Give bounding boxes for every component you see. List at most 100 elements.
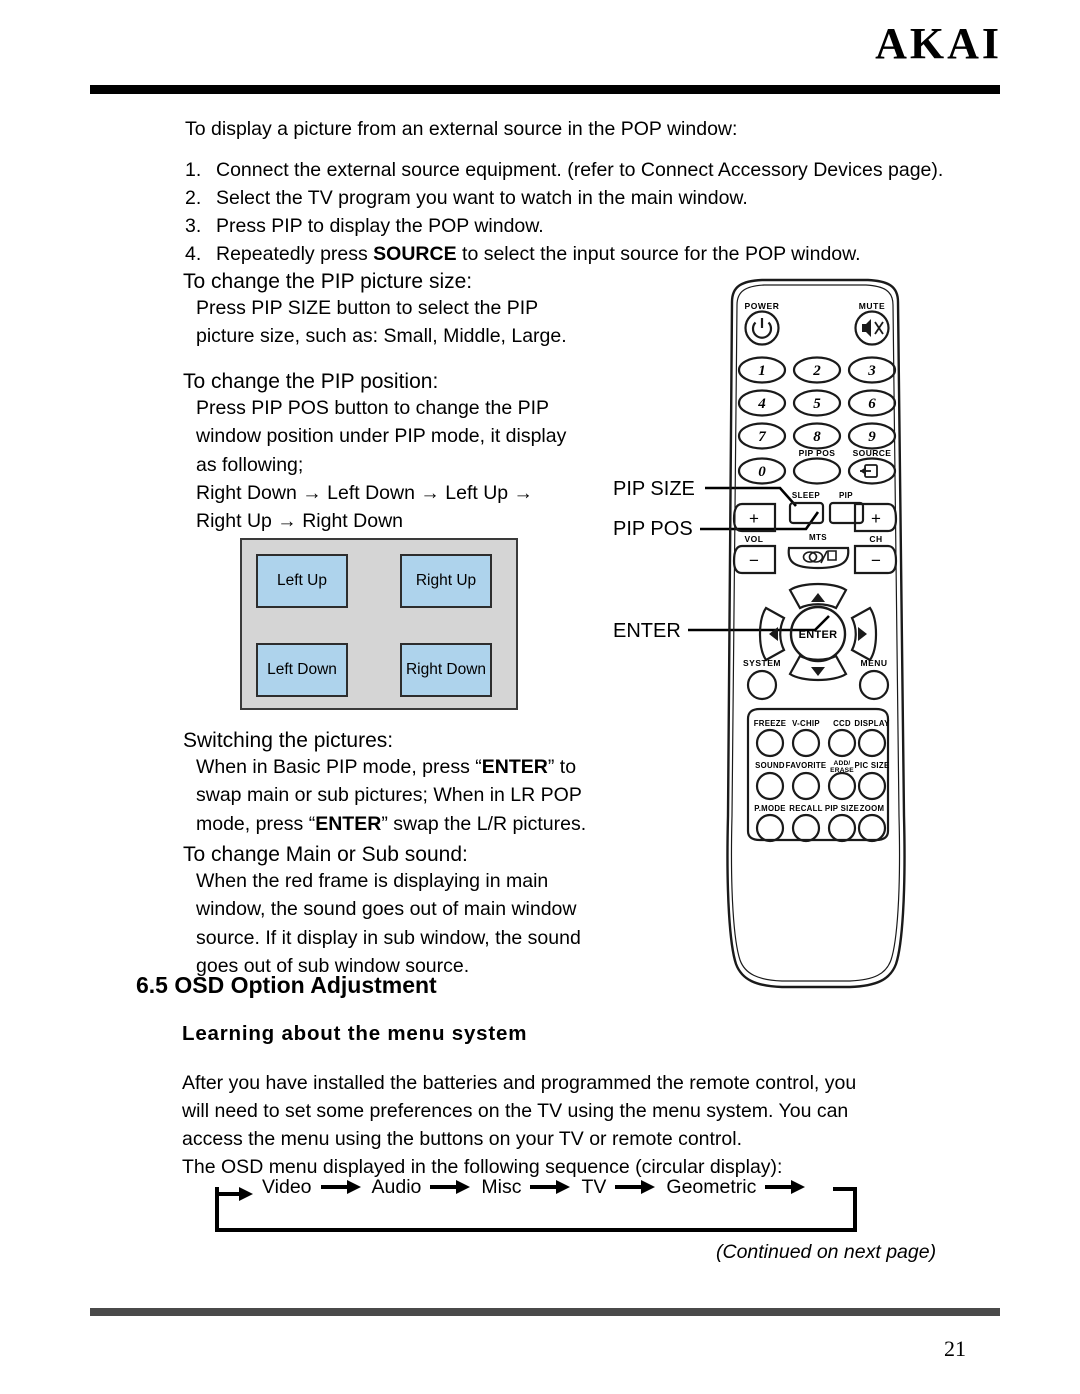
svg-text:PIP: PIP: [839, 491, 853, 500]
step-text: Repeatedly press: [216, 242, 374, 265]
heading-pip-picture-size: To change the PIP picture size:: [183, 270, 473, 293]
svg-text:5: 5: [813, 396, 821, 412]
osd-flow-row: Video Audio Misc TV Geometric: [253, 1170, 807, 1204]
loop-path-top-right-segment: [833, 1187, 857, 1191]
arrow-right-icon: [615, 1180, 657, 1194]
flow-node-misc: Misc: [481, 1175, 522, 1198]
svg-text:MUTE: MUTE: [859, 301, 885, 311]
step-number: 4.: [185, 242, 202, 265]
text-run: ” swap the L/R pictures.: [381, 812, 587, 835]
numbered-steps-list: 1. Connect the external source equipment…: [185, 157, 975, 269]
svg-text:PIC SIZE: PIC SIZE: [855, 761, 890, 770]
body-switching-pictures: When in Basic PIP mode, press “ENTER” to…: [196, 753, 616, 838]
intro-paragraph: To display a picture from an external so…: [185, 118, 738, 140]
flow-node-tv: TV: [581, 1175, 607, 1198]
step-text: Press PIP to display the POP window.: [216, 214, 544, 237]
svg-text:−: −: [749, 551, 759, 570]
svg-text:RECALL: RECALL: [789, 804, 822, 813]
text-line: swap main or sub pictures; When in LR PO…: [196, 784, 582, 807]
heading-pip-position: To change the PIP position:: [183, 370, 439, 393]
svg-text:8: 8: [813, 429, 821, 445]
svg-text:9: 9: [868, 429, 876, 445]
list-item: 4. Repeatedly press SOURCE to select the…: [185, 241, 975, 269]
arrow-right-icon: [530, 1180, 572, 1194]
svg-text:SYSTEM: SYSTEM: [743, 658, 781, 668]
svg-text:PIP SIZE: PIP SIZE: [825, 804, 859, 813]
text-line: After you have installed the batteries a…: [182, 1072, 857, 1094]
text-line: When the red frame is displaying in main: [196, 870, 549, 892]
text-emphasis: ENTER: [315, 812, 382, 835]
loop-entry-arrow-icon: [215, 1187, 257, 1201]
svg-text:DISPLAY: DISPLAY: [854, 719, 890, 728]
text-line: When in Basic PIP mode, press “ENTER” to: [196, 753, 616, 781]
flow-node-geometric: Geometric: [666, 1175, 757, 1198]
text-line: Right Up → Right Down: [196, 510, 403, 533]
svg-text:1: 1: [758, 363, 766, 379]
svg-text:−: −: [871, 551, 881, 570]
callout-label-pip-size: PIP SIZE: [613, 478, 695, 500]
svg-text:CH: CH: [869, 534, 882, 544]
svg-text:MENU: MENU: [860, 658, 887, 668]
svg-text:+: +: [749, 509, 759, 528]
svg-text:MTS: MTS: [809, 533, 827, 542]
page-section-heading: 6.5 OSD Option Adjustment: [136, 972, 437, 998]
heading-main-sub-sound: To change Main or Sub sound:: [183, 843, 468, 866]
step-number: 3.: [185, 214, 202, 237]
svg-text:3: 3: [867, 363, 876, 379]
svg-text:0: 0: [758, 464, 766, 480]
svg-text:POWER: POWER: [744, 301, 779, 311]
text-line: Press PIP POS button to change the PIP: [196, 397, 550, 419]
osd-menu-sequence-diagram: Video Audio Misc TV Geometric: [215, 1170, 865, 1235]
svg-text:6: 6: [868, 396, 876, 412]
footer-divider-rule: [90, 1308, 1000, 1316]
callout-label-enter: ENTER: [613, 620, 681, 642]
svg-text:4: 4: [757, 396, 766, 412]
step-number: 2.: [185, 186, 202, 209]
text-line: picture size, such as: Small, Middle, La…: [196, 325, 567, 348]
svg-text:7: 7: [758, 429, 766, 445]
list-item: 3. Press PIP to display the POP window.: [185, 213, 975, 241]
list-item: 1. Connect the external source equipment…: [185, 157, 975, 185]
text-run: ” to: [547, 756, 577, 778]
heading-switching-pictures: Switching the pictures:: [183, 729, 394, 752]
arrow-right-icon: [765, 1180, 807, 1194]
body-main-sub-sound: When the red frame is displaying in main…: [196, 867, 616, 980]
body-pip-picture-size: Press PIP SIZE button to select the PIP …: [196, 294, 616, 351]
akai-brand-logo: AKAI: [875, 19, 1002, 68]
svg-text:FREEZE: FREEZE: [754, 719, 787, 728]
step-emphasis: SOURCE: [373, 242, 457, 265]
svg-text:PIP POS: PIP POS: [799, 448, 836, 458]
text-run: When in Basic PIP mode, press “: [196, 756, 482, 778]
svg-text:ENTER: ENTER: [799, 629, 838, 641]
svg-text:SOUND: SOUND: [755, 761, 785, 770]
svg-text:VOL: VOL: [745, 534, 764, 544]
text-line: as following;: [196, 453, 304, 476]
text-run: mode, press “: [196, 812, 316, 835]
text-line: window position under PIP mode, it displ…: [196, 425, 567, 448]
page-subsection-heading: Learning about the menu system: [182, 1022, 528, 1045]
svg-text:ADD/: ADD/: [834, 760, 851, 767]
text-line: access the menu using the buttons on you…: [182, 1127, 743, 1150]
osd-intro-paragraph: After you have installed the batteries a…: [182, 1070, 972, 1182]
svg-text:2: 2: [812, 363, 821, 379]
arrow-right-icon: [430, 1180, 472, 1194]
loop-path-right-segment: [853, 1187, 857, 1232]
svg-text:ZOOM: ZOOM: [860, 804, 885, 813]
callout-label-pip-pos: PIP POS: [613, 518, 693, 540]
flow-node-video: Video: [262, 1175, 312, 1198]
svg-text:FAVORITE: FAVORITE: [786, 761, 827, 770]
text-line: mode, press “ENTER” swap the L/R picture…: [196, 810, 616, 838]
svg-text:SOURCE: SOURCE: [853, 448, 892, 458]
pip-cell-right-down: Right Down: [400, 643, 492, 697]
flow-node-audio: Audio: [371, 1175, 422, 1198]
text-line: source. If it display in sub window, the…: [196, 926, 581, 949]
text-line: window, the sound goes out of main windo…: [196, 898, 577, 921]
svg-text:SLEEP: SLEEP: [792, 491, 820, 500]
text-emphasis: ENTER: [481, 756, 548, 778]
text-line: Right Down → Left Down → Left Up →: [196, 481, 534, 504]
step-text: Connect the external source equipment. (…: [216, 159, 944, 181]
svg-text:P.MODE: P.MODE: [754, 804, 786, 813]
pip-cell-left-up: Left Up: [256, 554, 348, 608]
loop-path-bottom-segment: [215, 1228, 857, 1232]
list-item: 2. Select the TV program you want to wat…: [185, 185, 975, 213]
